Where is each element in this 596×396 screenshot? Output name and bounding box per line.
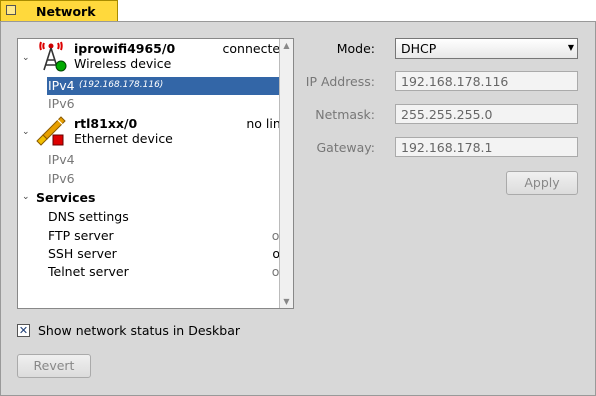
gateway-field[interactable]: 192.168.178.1 [395,137,578,157]
list-scrollbar[interactable]: ▲ ▼ [279,39,293,308]
ipv6-label[interactable]: IPv6 [48,171,75,186]
ip-address-label: IP Address: [305,74,375,89]
dropdown-arrow-icon: ▼ [567,43,574,52]
apply-button[interactable]: Apply [506,171,578,195]
window-title: Network [36,4,96,19]
service-name[interactable]: DNS settings [48,209,129,224]
mode-label: Mode: [336,41,375,56]
device-name: iprowifi4965/0 [74,41,176,56]
collapse-chevron-icon[interactable]: ⌄ [22,192,30,202]
service-name[interactable]: SSH server [48,246,117,261]
deskbar-checkbox[interactable]: ✕ [17,324,30,337]
ethernet-plug-icon [36,116,66,146]
ip-address-field[interactable]: 192.168.178.116 [395,71,578,91]
zoom-button[interactable] [6,5,16,15]
device-type: Ethernet device [74,131,173,146]
collapse-chevron-icon[interactable]: ⌄ [22,127,30,137]
revert-button[interactable]: Revert [17,354,91,378]
window-tab[interactable]: Network [0,0,118,21]
collapse-chevron-icon[interactable]: ⌄ [22,53,30,63]
ipv6-label[interactable]: IPv6 [48,96,75,111]
ipv4-label: IPv4 [48,78,75,93]
wifi-antenna-icon [39,41,67,72]
ipv4-address: (192.168.178.116) [79,80,164,90]
services-header: Services [36,190,96,205]
ipv4-label[interactable]: IPv4 [48,152,75,167]
netmask-field[interactable]: 255.255.255.0 [395,104,578,124]
service-name[interactable]: Telnet server [48,264,129,279]
netmask-label: Netmask: [315,107,375,122]
mode-value: DHCP [401,41,437,56]
device-type: Wireless device [74,56,172,71]
mode-dropdown[interactable]: DHCP ▼ [395,38,578,59]
scroll-up-arrow-icon[interactable]: ▲ [282,41,291,50]
service-name[interactable]: FTP server [48,228,114,243]
deskbar-checkbox-label[interactable]: Show network status in Deskbar [38,323,240,338]
scroll-down-arrow-icon[interactable]: ▼ [282,297,291,306]
device-name: rtl81xx/0 [74,116,138,131]
interface-list[interactable]: ⌄ iprowifi4965/0 Wireless device connect… [17,38,294,309]
gateway-label: Gateway: [316,140,375,155]
